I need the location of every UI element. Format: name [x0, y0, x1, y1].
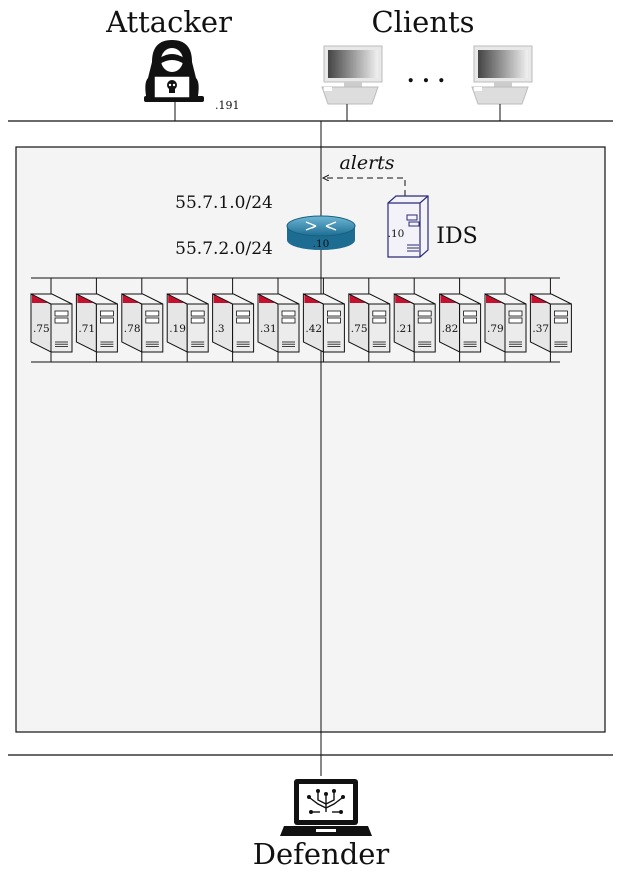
- server-ip: .31: [260, 323, 277, 335]
- defender-laptop-icon: [280, 779, 372, 836]
- client-computer-icon: [321, 45, 383, 105]
- server-ip: .79: [487, 323, 504, 335]
- alerts-label: alerts: [339, 152, 394, 174]
- network-diagram: Attacker .191 Clients . . . alerts 55.7.…: [8, 5, 613, 871]
- ids-server-icon: [387, 195, 429, 258]
- server-ip: .78: [124, 323, 141, 335]
- ids-ip: .10: [388, 228, 405, 240]
- clients-ellipsis: . . .: [407, 62, 445, 88]
- subnet-lower-label: 55.7.2.0/24: [175, 239, 273, 259]
- router-ip: .10: [313, 238, 330, 250]
- server-ip: .3: [215, 323, 225, 335]
- server-ip: .21: [396, 323, 413, 335]
- hacker-icon: [144, 40, 204, 102]
- server-ip: .82: [442, 323, 459, 335]
- server-ip: .42: [305, 323, 322, 335]
- attacker-ip: .191: [215, 99, 240, 112]
- server-ip: .75: [33, 323, 50, 335]
- attacker-label: Attacker: [105, 5, 232, 39]
- server-ip: .75: [351, 323, 368, 335]
- clients-label: Clients: [371, 5, 474, 39]
- defender-label: Defender: [253, 837, 390, 871]
- server-ip: .19: [169, 323, 186, 335]
- server-ip: .37: [532, 323, 549, 335]
- client-computer-icon: [471, 45, 533, 105]
- subnet-upper-label: 55.7.1.0/24: [175, 193, 273, 213]
- ids-label: IDS: [436, 224, 477, 249]
- server-ip: .71: [78, 323, 95, 335]
